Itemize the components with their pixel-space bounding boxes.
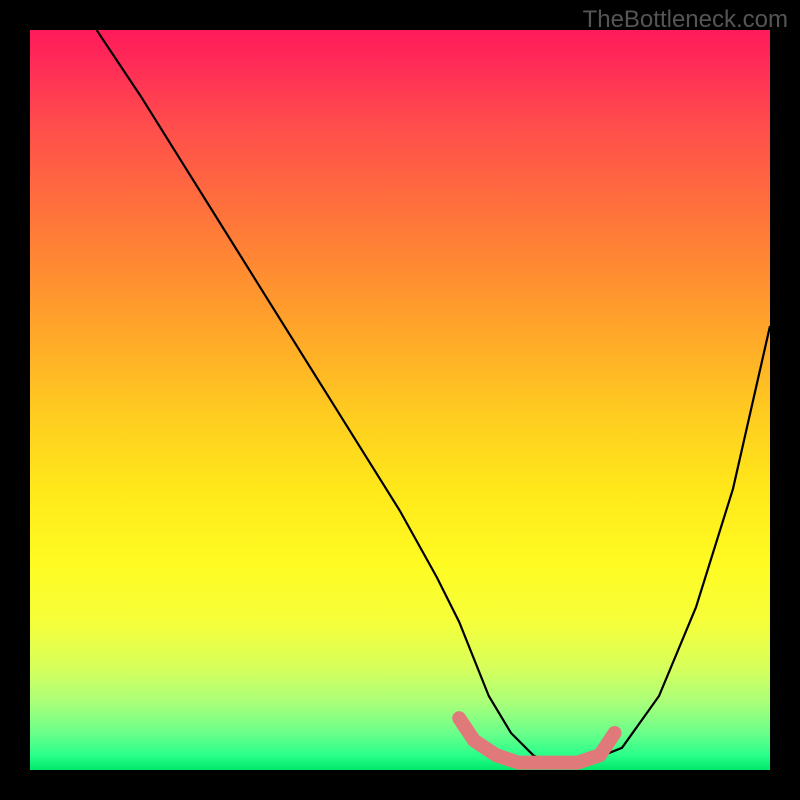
chart-svg: [30, 30, 770, 770]
plot-area: [30, 30, 770, 770]
curve-path: [97, 30, 770, 763]
highlight-path: [459, 718, 614, 762]
watermark-text: TheBottleneck.com: [583, 6, 788, 34]
